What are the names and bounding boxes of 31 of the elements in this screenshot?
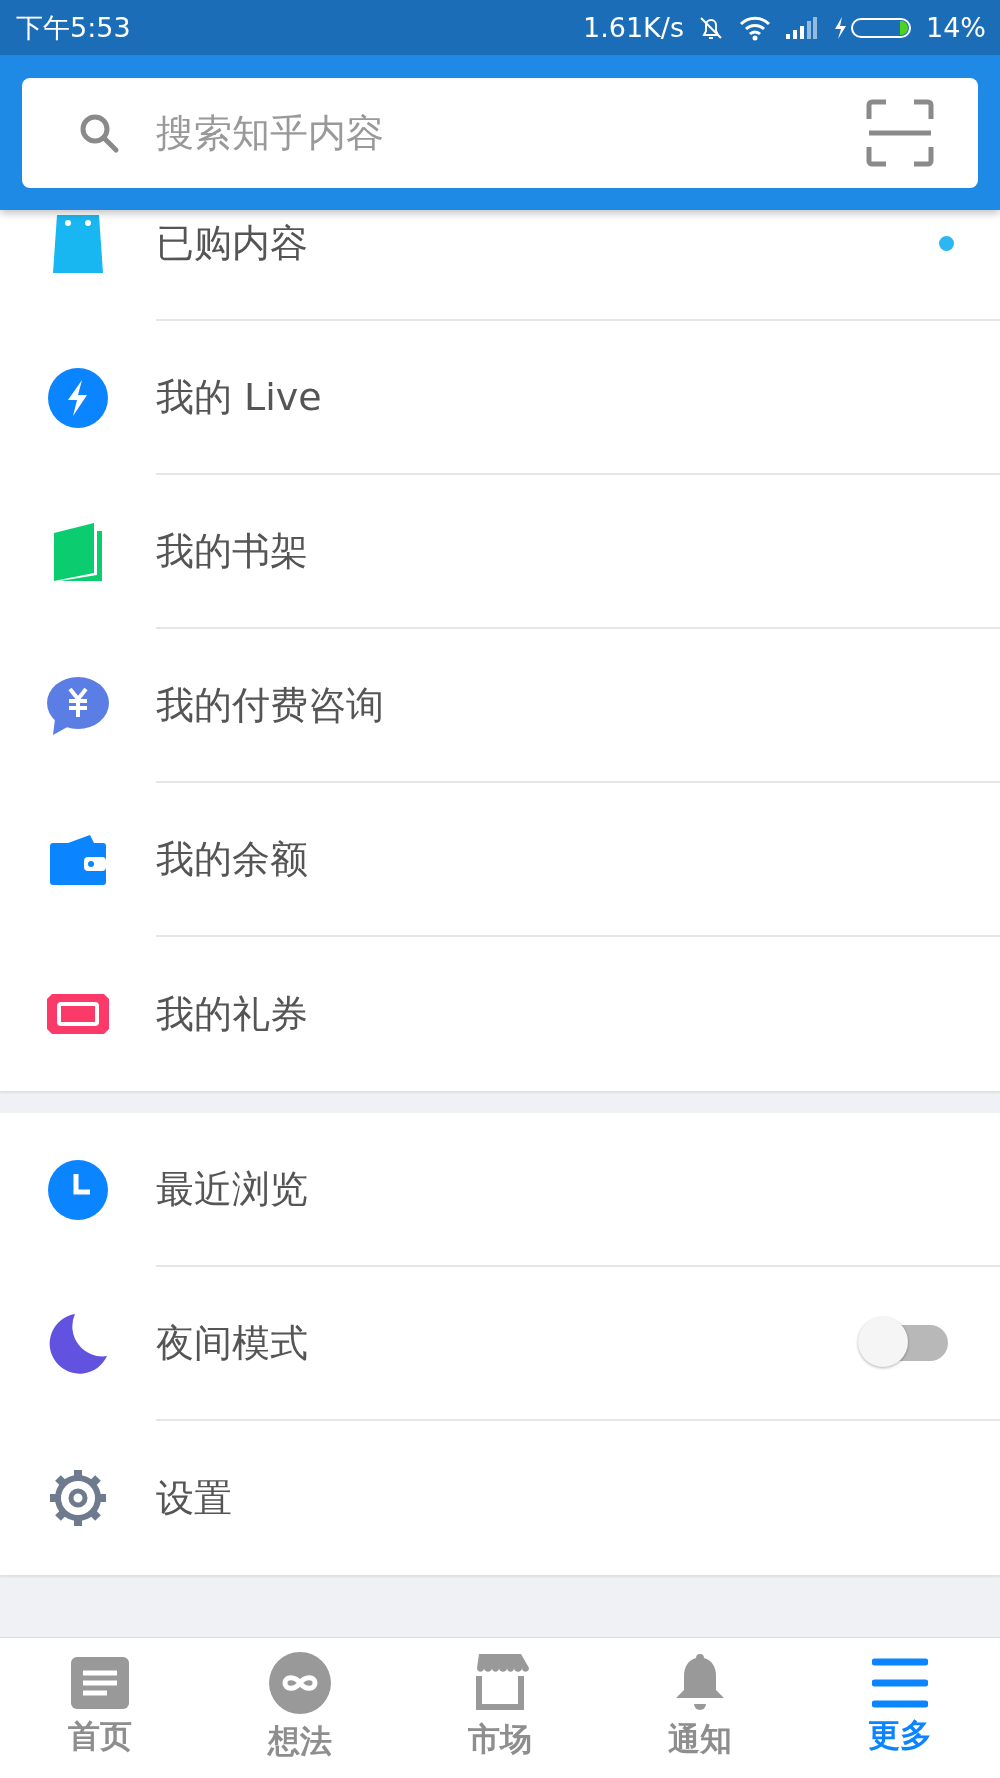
menu-item[interactable]: 我的余额	[156, 833, 308, 885]
search-field[interactable]: 搜索知乎内容	[22, 77, 978, 188]
menu-item[interactable]: 我的 Live	[156, 371, 322, 423]
infinity-icon	[269, 1652, 331, 1714]
book-icon	[54, 523, 102, 581]
menu-item[interactable]: 我的礼券	[156, 988, 308, 1040]
settings-icon	[48, 1468, 108, 1528]
menu-item[interactable]: 我的付费咨询	[156, 679, 384, 731]
nav-tab[interactable]: 更多	[800, 1638, 1000, 1778]
scan-icon[interactable]	[866, 98, 934, 167]
menu-item[interactable]: 夜间模式	[156, 1317, 308, 1369]
moon-icon	[49, 1314, 107, 1374]
battery-percent: 14%	[926, 12, 986, 43]
menu-icon	[872, 1658, 928, 1708]
document-icon	[71, 1657, 129, 1709]
menu-item[interactable]: 已购内容	[156, 217, 308, 269]
wifi-icon	[738, 14, 772, 41]
network-speed: 1.61K/s	[583, 12, 684, 43]
bell-icon	[674, 1654, 726, 1712]
signal-icon	[784, 15, 818, 40]
yen-chat-icon	[47, 677, 109, 735]
wallet-icon	[50, 835, 106, 885]
menu-item[interactable]: 最近浏览	[156, 1163, 308, 1215]
menu-item[interactable]: 设置	[156, 1472, 232, 1524]
menu-item[interactable]: 我的书架	[156, 525, 308, 577]
lightning-icon	[48, 368, 108, 428]
search-input[interactable]: 搜索知乎内容	[154, 109, 866, 156]
status-time: 下午5:53	[16, 10, 131, 45]
ticket-icon	[47, 994, 109, 1034]
bag-icon	[53, 215, 103, 273]
clock-icon	[48, 1160, 108, 1220]
